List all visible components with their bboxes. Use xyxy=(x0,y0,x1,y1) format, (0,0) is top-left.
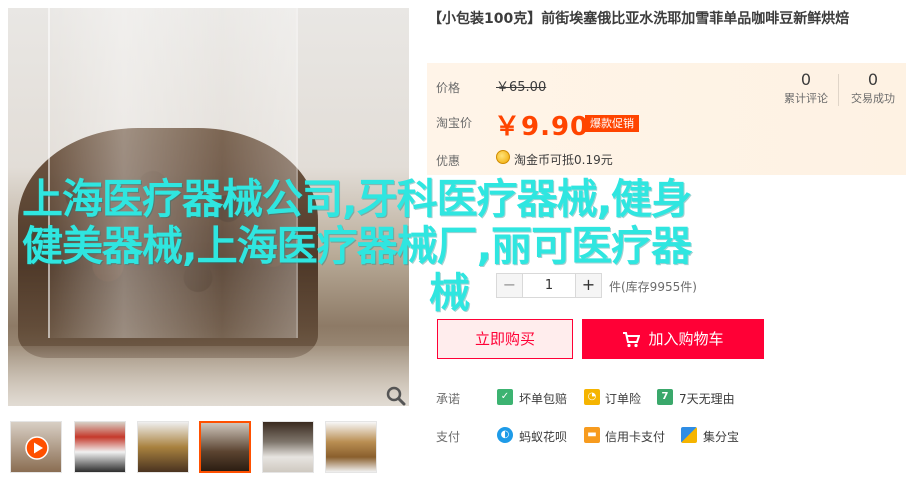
thumbnail-2[interactable] xyxy=(74,421,126,473)
sales-count: 0 xyxy=(867,70,879,89)
coin-icon xyxy=(496,150,510,164)
service-item-3[interactable]: 7天无理由 xyxy=(679,390,735,407)
buy-now-button[interactable]: 立即购买 xyxy=(437,319,573,359)
cart-icon xyxy=(623,331,641,347)
orig-price: ￥65.00 xyxy=(496,80,547,95)
clock-icon: ◔ xyxy=(584,389,600,405)
stat-divider xyxy=(838,74,839,106)
service-item-1[interactable]: 坏单包赔 xyxy=(519,390,567,407)
product-title: 【小包装100克】前街埃塞俄比亚水洗耶加雪菲单品咖啡豆新鲜烘焙 xyxy=(428,11,850,27)
overlay-line-3: 械 xyxy=(429,269,470,317)
credit-card-icon: ▬ xyxy=(584,427,600,443)
sale-price: ￥9.90 xyxy=(494,112,590,142)
thumbnail-4[interactable] xyxy=(199,421,251,473)
sale-price-label: 淘宝价 xyxy=(436,116,473,130)
overlay-watermark-text: 上海医疗器械公司,牙科医疗器械,健身 健美器械,上海医疗器械厂,丽可医疗器 械 xyxy=(22,176,872,317)
play-icon xyxy=(25,436,49,460)
thumbnail-video[interactable] xyxy=(10,421,62,473)
service-item-2[interactable]: 订单险 xyxy=(605,390,641,407)
overlay-line-1: 上海医疗器械公司,牙科医疗器械,健身 xyxy=(22,175,692,223)
shield-icon: ✓ xyxy=(497,389,513,405)
promise-label: 承诺 xyxy=(436,392,461,406)
jifenbao-icon xyxy=(681,427,697,443)
table-surface xyxy=(8,346,409,406)
huabei-icon: ◐ xyxy=(497,427,513,443)
overlay-line-2: 健美器械,上海医疗器械厂,丽可医疗器 xyxy=(22,222,692,270)
reviews-count: 0 xyxy=(800,70,812,89)
payment-item-1[interactable]: 蚂蚁花呗 xyxy=(519,428,567,445)
sales-label: 交易成功 xyxy=(851,92,895,105)
reviews-stat[interactable]: 0 累计评论 xyxy=(779,70,833,106)
payment-item-2[interactable]: 信用卡支付 xyxy=(605,428,665,445)
payment-item-3[interactable]: 集分宝 xyxy=(703,428,739,445)
discount-label: 优惠 xyxy=(436,154,461,168)
orig-price-label: 价格 xyxy=(436,81,461,95)
add-to-cart-button[interactable]: 加入购物车 xyxy=(582,319,764,359)
thumbnail-strip xyxy=(10,421,410,475)
thumbnail-3[interactable] xyxy=(137,421,189,473)
add-to-cart-label: 加入购物车 xyxy=(648,330,724,348)
seven-day-icon: 7 xyxy=(657,389,673,405)
reviews-label: 累计评论 xyxy=(784,92,828,105)
sales-stat: 0 交易成功 xyxy=(846,70,900,106)
coin-discount-text: 淘金币可抵0.19元 xyxy=(514,153,613,167)
thumbnail-6[interactable] xyxy=(325,421,377,473)
payment-label: 支付 xyxy=(436,430,461,444)
thumbnail-5[interactable] xyxy=(262,421,314,473)
promo-badge: 爆款促销 xyxy=(585,115,639,132)
zoom-icon[interactable] xyxy=(384,384,408,406)
